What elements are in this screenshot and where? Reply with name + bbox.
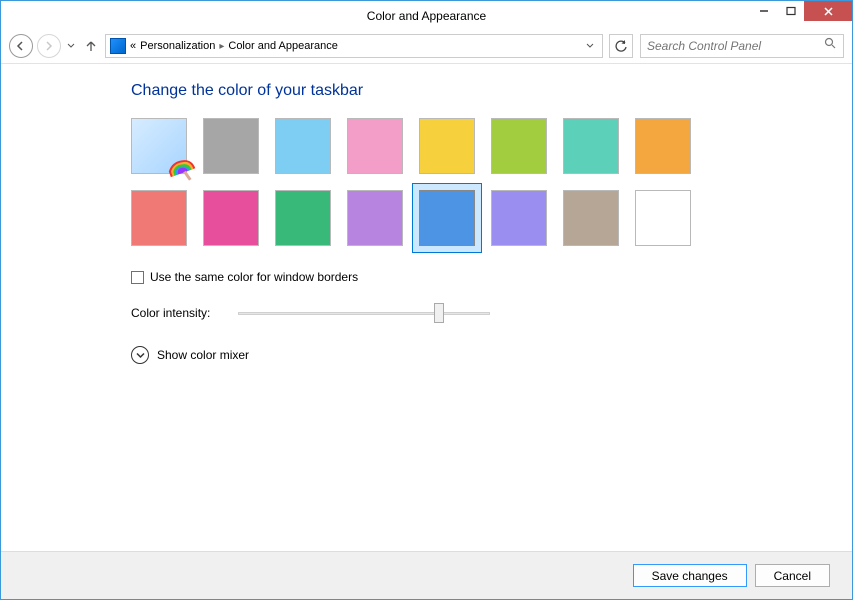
footer-bar: Save changes Cancel: [1, 551, 852, 599]
slider-label: Color intensity:: [131, 306, 210, 320]
color-swatch-lime[interactable]: [491, 118, 547, 174]
color-mixer-expander[interactable]: Show color mixer: [131, 346, 852, 364]
back-button[interactable]: [9, 34, 33, 58]
search-input[interactable]: [647, 39, 824, 53]
breadcrumb-item-personalization[interactable]: Personalization: [140, 40, 215, 52]
search-icon[interactable]: [824, 37, 837, 55]
forward-button[interactable]: [37, 34, 61, 58]
slider-row: Color intensity:: [131, 306, 852, 320]
chevron-down-icon: [136, 352, 145, 359]
color-swatch-orange[interactable]: [635, 118, 691, 174]
checkbox-row[interactable]: Use the same color for window borders: [131, 270, 852, 284]
color-swatch-green[interactable]: [275, 190, 331, 246]
color-wheel-icon: [164, 153, 198, 181]
breadcrumb-item-current[interactable]: Color and Appearance: [228, 40, 337, 52]
color-swatch-taupe[interactable]: [563, 190, 619, 246]
color-swatch-teal[interactable]: [563, 118, 619, 174]
color-swatch-purple[interactable]: [347, 190, 403, 246]
chevron-right-icon[interactable]: ▸: [219, 41, 224, 52]
chevron-down-icon: [67, 43, 75, 49]
color-swatch-coral[interactable]: [131, 190, 187, 246]
color-swatch-pink[interactable]: [347, 118, 403, 174]
close-icon: [823, 6, 834, 17]
color-swatch-white[interactable]: [635, 190, 691, 246]
address-bar[interactable]: « Personalization ▸ Color and Appearance: [105, 34, 603, 58]
minimize-icon: [759, 6, 769, 16]
arrow-up-icon: [84, 39, 98, 53]
page-heading: Change the color of your taskbar: [131, 82, 852, 100]
address-dropdown[interactable]: [582, 42, 598, 51]
minimize-button[interactable]: [750, 1, 778, 21]
checkbox-label: Use the same color for window borders: [150, 270, 358, 284]
up-button[interactable]: [81, 34, 101, 58]
color-swatch-automatic[interactable]: [131, 118, 187, 174]
window-controls: [750, 1, 852, 21]
chevron-down-icon: [586, 43, 594, 49]
window-title: Color and Appearance: [367, 9, 486, 23]
personalization-icon: [110, 38, 126, 54]
history-dropdown[interactable]: [65, 34, 77, 58]
refresh-button[interactable]: [609, 34, 633, 58]
close-button[interactable]: [804, 1, 852, 21]
navbar: « Personalization ▸ Color and Appearance: [1, 30, 852, 62]
cancel-button[interactable]: Cancel: [755, 564, 830, 587]
maximize-icon: [786, 6, 796, 16]
expander-label: Show color mixer: [157, 348, 249, 362]
arrow-left-icon: [15, 40, 27, 52]
content-area: Change the color of your taskbar Use the…: [1, 64, 852, 364]
checkbox-same-color[interactable]: [131, 271, 144, 284]
color-intensity-slider[interactable]: [238, 312, 490, 315]
color-swatch-sky-blue[interactable]: [275, 118, 331, 174]
arrow-right-icon: [43, 40, 55, 52]
color-swatch-yellow[interactable]: [419, 118, 475, 174]
breadcrumb-prefix: «: [130, 40, 136, 52]
maximize-button[interactable]: [778, 1, 804, 21]
slider-thumb[interactable]: [434, 303, 444, 323]
refresh-icon: [615, 40, 628, 53]
expander-button[interactable]: [131, 346, 149, 364]
color-swatch-blue[interactable]: [412, 183, 482, 253]
color-swatch-gray[interactable]: [203, 118, 259, 174]
search-box[interactable]: [640, 34, 844, 58]
save-changes-button[interactable]: Save changes: [633, 564, 747, 587]
color-swatch-lavender[interactable]: [491, 190, 547, 246]
titlebar: Color and Appearance: [1, 1, 852, 30]
color-swatch-magenta[interactable]: [203, 190, 259, 246]
color-swatches-grid: [131, 118, 691, 246]
